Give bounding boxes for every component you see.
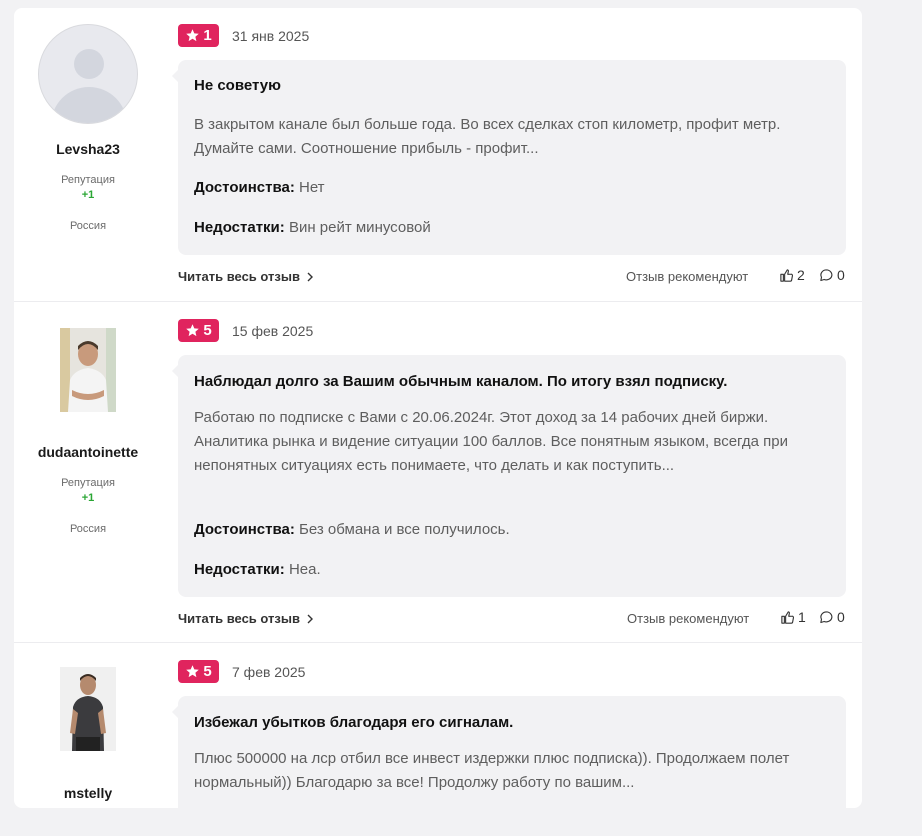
like-button[interactable]: 2 xyxy=(779,267,805,283)
review-body: Не советую В закрытом канале был больше … xyxy=(172,60,846,255)
review-item: mstelly 5 7 фев 2025 Избежал убытков бла… xyxy=(14,642,862,836)
avatar[interactable] xyxy=(38,24,138,124)
like-button[interactable]: 1 xyxy=(780,609,806,625)
comment-count: 0 xyxy=(837,267,845,283)
rating-badge: 1 xyxy=(178,24,219,47)
chevron-right-icon xyxy=(307,272,313,281)
read-full-review-link[interactable]: Читать весь отзыв xyxy=(178,611,314,626)
recommend-label: Отзыв рекомендуют xyxy=(627,611,750,626)
comments-button[interactable]: 0 xyxy=(819,267,845,283)
review-date: 15 фев 2025 xyxy=(232,323,314,339)
review-title[interactable]: Наблюдал долго за Вашим обычным каналом.… xyxy=(194,373,727,390)
rating-value: 1 xyxy=(203,27,212,44)
review-text: В закрытом канале был больше года. Во вс… xyxy=(194,116,781,157)
like-count: 2 xyxy=(797,267,805,283)
review-item: dudaantoinette Репутация +1 Россия 5 15 … xyxy=(14,301,862,642)
chevron-right-icon xyxy=(307,614,313,623)
read-more-label: Читать весь отзыв xyxy=(178,611,300,626)
thumbs-up-icon xyxy=(781,610,795,624)
reviews-card: Levsha23 Репутация +1 Россия 1 31 янв 20… xyxy=(14,8,862,836)
username[interactable]: Levsha23 xyxy=(14,141,162,157)
country: Россия xyxy=(69,220,107,232)
rating-badge: 5 xyxy=(178,660,219,683)
review-body: Наблюдал долго за Вашим обычным каналом.… xyxy=(172,355,846,597)
star-icon xyxy=(186,665,200,678)
review-title[interactable]: Не советую xyxy=(194,77,281,94)
read-full-review-link[interactable]: Читать весь отзыв xyxy=(178,269,314,284)
star-icon xyxy=(186,29,200,42)
review-date: 31 янв 2025 xyxy=(232,28,310,44)
star-icon xyxy=(186,324,200,337)
pros-text: Без обмана и все получилось. xyxy=(299,521,510,538)
pros-text: Нет xyxy=(299,179,325,196)
review-body: Избежал убытков благодаря его сигналам. … xyxy=(172,696,846,836)
recommend-label: Отзыв рекомендуют xyxy=(626,269,749,284)
rating-badge: 5 xyxy=(178,319,219,342)
reputation-label: Репутация xyxy=(61,174,115,186)
review-text: Плюс 500000 на лср отбил все инвест изде… xyxy=(194,750,790,791)
like-count: 1 xyxy=(798,609,806,625)
rating-value: 5 xyxy=(203,663,212,680)
review-item: Levsha23 Репутация +1 Россия 1 31 янв 20… xyxy=(14,8,862,301)
comments-button[interactable]: 0 xyxy=(819,609,845,625)
comment-icon xyxy=(820,610,833,623)
user-photo xyxy=(60,667,116,751)
comment-count: 0 xyxy=(837,609,845,625)
pros-label: Достоинства: xyxy=(194,521,295,538)
review-date: 7 фев 2025 xyxy=(232,664,306,680)
cons-label: Недостатки: xyxy=(194,219,285,236)
reputation-label: Репутация xyxy=(61,477,115,489)
review-cons: Недостатки: Вин рейт минусовой xyxy=(194,219,431,236)
avatar[interactable] xyxy=(60,667,116,751)
comment-icon xyxy=(820,268,833,281)
review-cons: Недостатки: Неа. xyxy=(194,561,321,578)
reputation-value: +1 xyxy=(81,189,95,201)
review-pros: Достоинства: Без обмана и все получилось… xyxy=(194,521,510,538)
review-pros: Достоинства: Нет xyxy=(194,179,325,196)
thumbs-up-icon xyxy=(780,268,794,282)
country: Россия xyxy=(69,523,107,535)
cons-text: Вин рейт минусовой xyxy=(288,219,431,236)
rating-value: 5 xyxy=(203,322,212,339)
username[interactable]: mstelly xyxy=(14,785,162,801)
review-text: Работаю по подписке с Вами с 20.06.2024г… xyxy=(194,409,788,474)
user-photo xyxy=(60,328,116,412)
username[interactable]: dudaantoinette xyxy=(14,444,162,460)
pros-label: Достоинства: xyxy=(194,179,295,196)
avatar[interactable] xyxy=(60,328,116,412)
cons-label: Недостатки: xyxy=(194,561,285,578)
cons-text: Неа. xyxy=(288,561,321,578)
read-more-label: Читать весь отзыв xyxy=(178,269,300,284)
reputation-value: +1 xyxy=(81,492,95,504)
review-title[interactable]: Избежал убытков благодаря его сигналам. xyxy=(194,714,513,731)
